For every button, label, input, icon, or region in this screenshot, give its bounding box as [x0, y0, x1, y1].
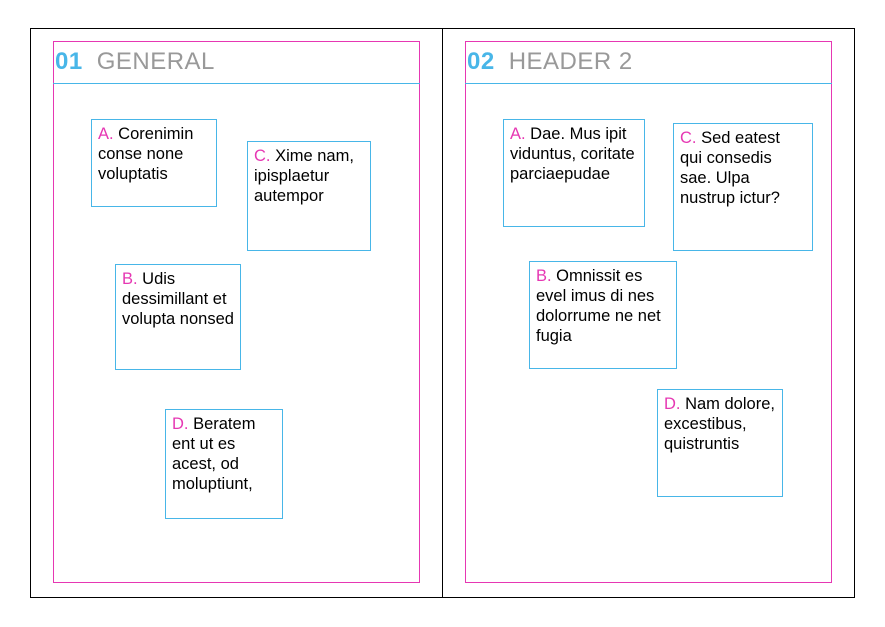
page-header: 01 GENERAL [53, 41, 420, 83]
item-letter: C. [680, 129, 697, 147]
page-title: GENERAL [97, 48, 215, 76]
item-letter: B. [122, 270, 138, 288]
item-text: Dae. Mus ipit viduntus, coritate parciae… [510, 125, 635, 183]
text-frame-b[interactable]: B. Omnissit es evel imus di nes dolorrum… [529, 261, 677, 369]
page-number: 01 [55, 48, 83, 76]
item-text: Nam dolore, excestibus, quistruntis [664, 395, 775, 453]
item-letter: B. [536, 267, 552, 285]
text-frame-c[interactable]: C. Sed eatest qui consedis sae. Ulpa nus… [673, 123, 813, 251]
header-rule [53, 83, 420, 84]
page-content: A. Dae. Mus ipit viduntus, coritate parc… [465, 89, 832, 583]
page-header: 02 HEADER 2 [465, 41, 832, 83]
text-frame-c[interactable]: C. Xime nam, ipisplaetur autempor [247, 141, 371, 251]
item-letter: A. [98, 125, 114, 143]
text-frame-a[interactable]: A. Corenimin conse none voluptatis [91, 119, 217, 207]
header-rule [465, 83, 832, 84]
item-letter: D. [664, 395, 681, 413]
text-frame-a[interactable]: A. Dae. Mus ipit viduntus, coritate parc… [503, 119, 645, 227]
text-frame-d[interactable]: D. Beratem ent ut es acest, od moluptiun… [165, 409, 283, 519]
page-left: 01 GENERAL A. Corenimin conse none volup… [31, 29, 443, 597]
page-number: 02 [467, 48, 495, 76]
page-title: HEADER 2 [509, 48, 633, 76]
text-frame-b[interactable]: B. Udis dessimillant et volupta nonsed [115, 264, 241, 370]
item-text: Udis dessimillant et volupta nonsed [122, 270, 234, 328]
item-letter: D. [172, 415, 189, 433]
page-content: A. Corenimin conse none voluptatis C. Xi… [53, 89, 420, 583]
text-frame-d[interactable]: D. Nam dolore, excestibus, quistruntis [657, 389, 783, 497]
item-letter: C. [254, 147, 271, 165]
page-right: 02 HEADER 2 A. Dae. Mus ipit viduntus, c… [443, 29, 854, 597]
item-letter: A. [510, 125, 526, 143]
document-canvas: 01 GENERAL A. Corenimin conse none volup… [30, 28, 855, 598]
item-text: Omnissit es evel imus di nes dolorrume n… [536, 267, 661, 345]
page-spread: 01 GENERAL A. Corenimin conse none volup… [31, 29, 854, 597]
